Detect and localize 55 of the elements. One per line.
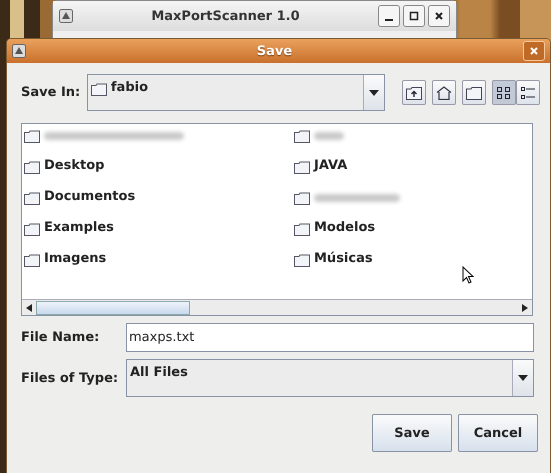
save-button[interactable]: Save [372, 414, 452, 452]
cancel-button[interactable]: Cancel [458, 414, 538, 452]
app-icon [12, 44, 26, 58]
folder-icon [294, 192, 310, 205]
folder-icon [24, 192, 40, 205]
details-view-icon [520, 86, 536, 100]
details-view-button[interactable] [516, 80, 540, 105]
home-button[interactable] [432, 80, 456, 105]
close-icon [529, 46, 539, 56]
folder-name[interactable]: Modelos [314, 220, 376, 235]
blurred-name [314, 132, 344, 140]
up-folder-button[interactable] [402, 80, 426, 105]
folder-name[interactable]: Músicas [314, 251, 373, 266]
close-icon [434, 11, 444, 21]
file-name-label: File Name: [21, 330, 100, 345]
left-arrow-icon [26, 304, 32, 312]
folder-name[interactable]: Desktop [44, 158, 104, 173]
minimize-icon [385, 19, 393, 21]
file-name-field[interactable]: maxps.txt [126, 323, 534, 352]
right-arrow-icon [522, 304, 528, 312]
home-icon [436, 86, 452, 100]
folder-name[interactable]: Examples [44, 220, 114, 235]
folder-icon [24, 223, 40, 236]
maximize-button[interactable] [403, 5, 425, 27]
close-button[interactable] [428, 5, 450, 27]
save-in-label: Save In: [21, 85, 82, 100]
folder-name[interactable]: Documentos [44, 189, 136, 204]
list-view-button[interactable] [492, 80, 516, 105]
dialog-title: Save [256, 44, 294, 58]
mouse-pointer-icon [462, 266, 474, 284]
folder-name[interactable]: JAVA [314, 158, 348, 173]
caret-icon [369, 90, 379, 96]
new-folder-button[interactable] [462, 80, 486, 105]
folder-icon [24, 254, 40, 267]
folder-icon [294, 161, 310, 174]
folder-icon [466, 86, 482, 100]
folder-icon [24, 161, 40, 174]
list-view-icon [496, 86, 512, 100]
folder-icon [294, 130, 310, 143]
save-in-dropdown[interactable]: fabio [86, 74, 385, 111]
file-type-label: Files of Type: [21, 370, 120, 386]
scroll-thumb[interactable] [36, 301, 190, 315]
folder-icon [24, 130, 40, 143]
caret-icon [518, 375, 528, 381]
horizontal-scrollbar[interactable] [22, 299, 532, 315]
window-title: MaxPortScanner 1.0 [150, 8, 301, 24]
maximize-icon [409, 11, 419, 21]
folder-icon [90, 83, 107, 96]
folder-up-icon [406, 86, 422, 100]
app-icon [59, 9, 73, 23]
file-type-dropdown[interactable]: All Files [126, 359, 534, 397]
folder-name[interactable]: Imagens [44, 251, 106, 266]
minimize-button[interactable] [378, 5, 400, 27]
folder-icon [294, 223, 310, 236]
folder-icon [294, 254, 310, 267]
